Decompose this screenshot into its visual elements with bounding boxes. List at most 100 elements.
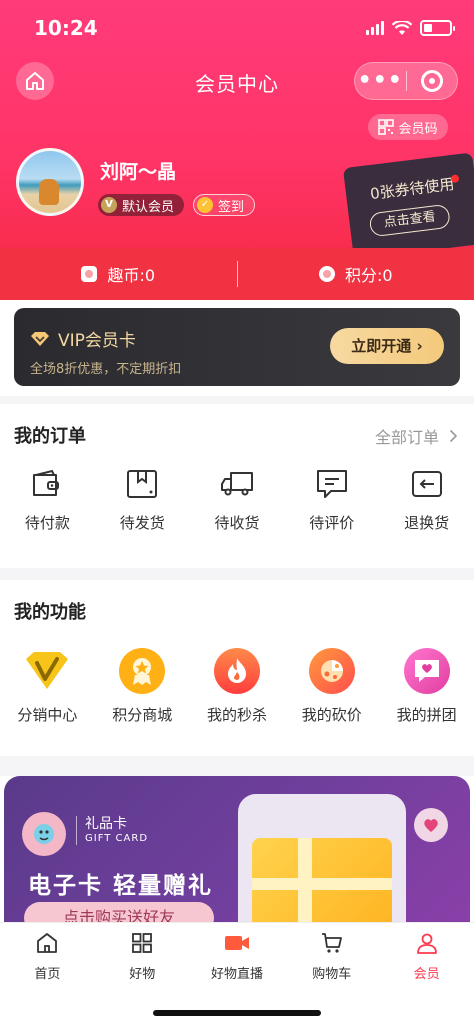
coupon-ticket[interactable]: 0张券待使用 点击查看 [342, 152, 474, 260]
status-bar: 10:24 [0, 0, 474, 56]
member-level-label: 默认会员 [122, 199, 175, 215]
points-mall-icon [119, 648, 166, 694]
avatar[interactable] [16, 148, 84, 216]
phone-illustration [238, 794, 406, 926]
gift-card-title: 礼品卡 [85, 816, 127, 832]
tab-home[interactable]: 首页 [0, 931, 95, 982]
score-label: 积分:0 [344, 266, 393, 285]
truck-icon [219, 466, 255, 502]
order-item-pending-payment[interactable]: 待付款 [0, 466, 95, 533]
functions-grid: 分销中心 积分商城 我的秒杀 我的砍价 我的拼团 [0, 648, 474, 725]
member-code-label: 会员码 [398, 121, 438, 137]
points-bar: 趣币:0 积分:0 [0, 248, 474, 300]
diamond-icon [31, 331, 49, 346]
tab-live[interactable]: 好物直播 [190, 931, 285, 982]
functions-title: 我的功能 [14, 602, 86, 623]
coupon-text: 0张券待使用 [369, 174, 456, 204]
coupon-view-button[interactable]: 点击查看 [368, 203, 451, 238]
vip-title: VIP会员卡 [30, 326, 136, 351]
tab-label: 购物车 [312, 967, 352, 982]
status-time: 10:24 [34, 16, 98, 40]
function-label: 分销中心 [17, 706, 78, 724]
more-button[interactable]: ••• [355, 70, 406, 92]
mini-program-capsule: ••• [354, 62, 458, 100]
member-code-button[interactable]: 会员码 [368, 114, 448, 140]
tab-goods[interactable]: 好物 [95, 931, 190, 982]
gift-ribbon [252, 878, 392, 890]
tab-label: 首页 [34, 967, 61, 982]
functions-section: 我的功能 分销中心 积分商城 我的秒杀 我的砍价 我的拼团 [0, 580, 474, 756]
member-header: 10:24 会员中心 ••• 会员码 刘阿～晶 V 默认会员 ✓ 签到 0张券待… [0, 0, 474, 300]
checkin-label: 签到 [218, 199, 245, 215]
tab-label: 好物直播 [210, 967, 263, 982]
live-video-icon [224, 936, 249, 950]
coins-label: 趣币:0 [107, 266, 156, 285]
vip-subtitle: 全场8折优惠，不定期折扣 [30, 362, 182, 377]
wifi-icon [392, 20, 412, 35]
close-mini-program-button[interactable] [406, 70, 457, 92]
function-group-buy[interactable]: 我的拼团 [379, 648, 474, 725]
coupon-notification-dot [450, 174, 460, 184]
tab-member[interactable]: 会员 [379, 931, 474, 982]
group-buy-icon [403, 648, 450, 694]
function-points-mall[interactable]: 积分商城 [95, 648, 190, 725]
function-label: 我的砍价 [301, 706, 362, 724]
comment-icon [314, 466, 350, 502]
status-icons [366, 20, 455, 36]
function-label: 我的秒杀 [206, 706, 267, 724]
order-item-returns[interactable]: 退换货 [379, 466, 474, 533]
orders-section: 我的订单 全部订单 待付款 待发货 待收货 待评价 退换货 [0, 404, 474, 568]
return-icon [409, 466, 445, 502]
gift-card-banner-bg: 礼品卡 GIFT CARD 电子卡 轻量赠礼 点击购买送好友 [4, 776, 470, 926]
all-orders-link[interactable]: 全部订单 [375, 424, 458, 448]
order-item-label: 退换货 [404, 514, 450, 532]
qr-code-icon [378, 119, 395, 135]
orders-title: 我的订单 [14, 426, 86, 447]
vip-badge-icon: V [101, 197, 117, 213]
score-icon [318, 266, 335, 282]
order-item-to-ship[interactable]: 待发货 [95, 466, 190, 533]
order-item-label: 待付款 [24, 514, 70, 532]
member-level-badge: V 默认会员 [98, 194, 185, 216]
orders-grid: 待付款 待发货 待收货 待评价 退换货 [0, 466, 474, 533]
vip-title-label: VIP会员卡 [58, 331, 136, 351]
chevron-right-icon [449, 429, 458, 443]
tab-label: 好物 [129, 967, 156, 982]
package-icon [124, 466, 160, 502]
signal-icon [366, 21, 384, 35]
order-item-to-review[interactable]: 待评价 [284, 466, 379, 533]
order-item-to-receive[interactable]: 待收货 [190, 466, 285, 533]
bargain-icon [308, 648, 355, 694]
order-item-label: 待发货 [119, 514, 165, 532]
checkin-icon: ✓ [197, 197, 213, 213]
grid-icon [132, 933, 153, 953]
coin-icon [81, 266, 98, 282]
target-icon [420, 70, 443, 92]
tab-cart[interactable]: 购物车 [284, 931, 379, 982]
gift-card-banner[interactable]: 礼品卡 GIFT CARD 电子卡 轻量赠礼 点击购买送好友 [0, 776, 474, 926]
heart-bubble-icon [414, 808, 448, 842]
checkin-button[interactable]: ✓ 签到 [193, 194, 256, 216]
wallet-icon [29, 466, 65, 502]
coins-item[interactable]: 趣币:0 [0, 262, 237, 286]
avatar-figure [39, 179, 59, 205]
gift-card-subtitle: GIFT CARD [85, 832, 149, 844]
tab-label: 会员 [413, 967, 440, 982]
order-item-label: 待收货 [214, 514, 260, 532]
home-icon [37, 933, 58, 953]
member-icon [416, 933, 437, 954]
function-distribution-center[interactable]: 分销中心 [0, 648, 95, 725]
function-flash-sale[interactable]: 我的秒杀 [190, 648, 285, 725]
score-item[interactable]: 积分:0 [238, 262, 474, 286]
cart-icon [321, 933, 342, 953]
function-label: 我的拼团 [396, 706, 457, 724]
distribution-icon [24, 648, 70, 694]
home-indicator [153, 1010, 321, 1016]
vip-activate-button[interactable]: 立即开通 › [330, 328, 444, 364]
function-bargain[interactable]: 我的砍价 [284, 648, 379, 725]
all-orders-label: 全部订单 [374, 428, 439, 447]
vip-card[interactable]: VIP会员卡 全场8折优惠，不定期折扣 立即开通 › [14, 308, 460, 386]
battery-icon [420, 20, 455, 36]
vip-card-section: VIP会员卡 全场8折优惠，不定期折扣 立即开通 › [0, 300, 474, 396]
flash-sale-icon [213, 648, 260, 694]
